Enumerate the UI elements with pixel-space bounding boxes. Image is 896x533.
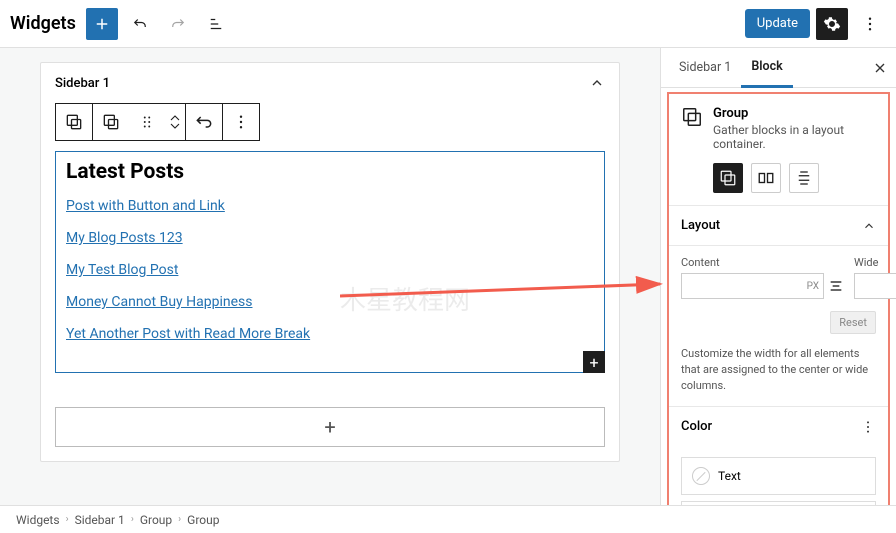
inspector-sidebar: Sidebar 1 Block Group Gather blocks in a… (660, 48, 896, 505)
layout-panel-body: Content Wide Reset Customize the width f… (669, 246, 888, 407)
post-link[interactable]: Post with Button and Link (66, 198, 594, 214)
settings-button[interactable] (816, 8, 848, 40)
update-button[interactable]: Update (745, 9, 810, 38)
layout-panel-header[interactable]: Layout (669, 206, 888, 246)
list-view-button[interactable] (200, 8, 232, 40)
chevron-up-icon (589, 75, 605, 91)
post-link[interactable]: Money Cannot Buy Happiness (66, 294, 594, 310)
topbar-left: Widgets (10, 8, 232, 40)
wide-width-input[interactable] (854, 273, 896, 299)
block-appender-button[interactable]: + (583, 351, 605, 373)
drag-handle[interactable] (129, 104, 165, 140)
variation-group-button[interactable] (713, 163, 743, 193)
variation-stack-button[interactable] (789, 163, 819, 193)
latest-posts-heading: Latest Posts (66, 160, 594, 184)
variation-picker (713, 163, 876, 193)
empty-swatch-icon (692, 467, 710, 485)
topbar-right: Update (745, 8, 886, 40)
add-block-button[interactable] (86, 8, 118, 40)
color-text-button[interactable]: Text (681, 457, 876, 495)
tab-block[interactable]: Block (741, 48, 792, 88)
post-link[interactable]: My Blog Posts 123 (66, 230, 594, 246)
redo-button[interactable] (162, 8, 194, 40)
block-toolbar (55, 103, 605, 141)
page-title: Widgets (10, 13, 76, 34)
color-panel-body: Text Background (669, 447, 888, 505)
chevron-up-icon (862, 219, 876, 233)
variation-row-button[interactable] (751, 163, 781, 193)
editor-canvas: Sidebar 1 Latest Posts Post with Button … (0, 48, 660, 505)
block-title: Group (713, 106, 876, 121)
widget-area-header[interactable]: Sidebar 1 (41, 63, 619, 103)
layout-help-text: Customize the width for all elements tha… (681, 346, 876, 394)
color-panel-title: Color (681, 419, 712, 434)
reset-button[interactable]: Reset (830, 311, 876, 334)
group-icon (681, 106, 703, 128)
inspector-highlighted-area: Group Gather blocks in a layout containe… (667, 92, 890, 505)
breadcrumb: Widgets› Sidebar 1› Group› Group (0, 505, 896, 533)
topbar: Widgets Update (0, 0, 896, 48)
group-block[interactable]: Latest Posts Post with Button and Link M… (55, 151, 605, 373)
post-link[interactable]: My Test Blog Post (66, 262, 594, 278)
move-buttons[interactable] (165, 104, 185, 140)
sidebar-tabs: Sidebar 1 Block (661, 48, 896, 88)
tab-widget-area[interactable]: Sidebar 1 (669, 48, 741, 88)
content-width-label: Content (681, 256, 844, 269)
crumb[interactable]: Sidebar 1 (75, 513, 125, 527)
crumb[interactable]: Widgets (16, 513, 60, 527)
crumb[interactable]: Group (140, 513, 172, 527)
block-type-button[interactable] (93, 104, 129, 140)
post-link[interactable]: Yet Another Post with Read More Break (66, 326, 594, 342)
color-panel-header[interactable]: Color (669, 407, 888, 447)
content-width-input[interactable] (681, 273, 824, 299)
add-block-appender[interactable]: + (55, 407, 605, 447)
close-sidebar-button[interactable] (872, 60, 888, 76)
parent-block-button[interactable] (56, 104, 92, 140)
block-description: Gather blocks in a layout container. (713, 123, 876, 151)
more-menu-button[interactable] (854, 8, 886, 40)
align-center-icon (828, 278, 844, 294)
wide-width-label: Wide (854, 256, 896, 269)
more-options-button[interactable] (223, 104, 259, 140)
widget-area-title: Sidebar 1 (55, 76, 110, 91)
undo-button[interactable] (124, 8, 156, 40)
crumb[interactable]: Group (187, 513, 219, 527)
more-options-icon[interactable] (860, 419, 876, 435)
widget-area: Sidebar 1 Latest Posts Post with Button … (40, 62, 620, 462)
align-button[interactable] (186, 104, 222, 140)
block-card: Group Gather blocks in a layout containe… (669, 94, 888, 206)
layout-panel-title: Layout (681, 218, 720, 233)
